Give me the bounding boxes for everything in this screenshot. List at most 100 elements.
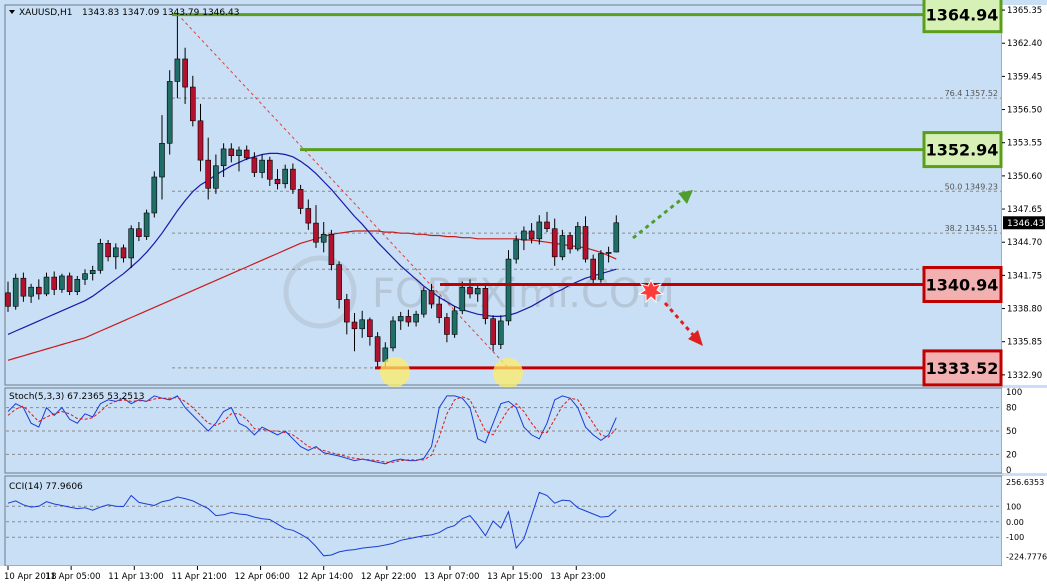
fibonacci-level-label: 76.4 1357.52: [945, 89, 998, 98]
time-axis-label: 12 Apr 14:00: [298, 572, 353, 582]
stochastic-axis-label: 50: [1006, 427, 1017, 437]
time-axis-label: 12 Apr 06:00: [235, 572, 290, 582]
candle-body: [474, 288, 481, 295]
candle-body: [428, 290, 435, 305]
candle-body: [444, 317, 450, 335]
level-label: 1364.94: [926, 6, 999, 25]
candle-body: [166, 81, 173, 144]
candle-body: [528, 230, 535, 240]
candle-body: [89, 270, 96, 274]
candle-body: [274, 178, 281, 185]
candle-body: [151, 176, 158, 214]
level-label: 1333.52: [926, 359, 999, 378]
candle-body: [551, 228, 558, 258]
candle-body: [282, 168, 289, 185]
candle-body: [490, 318, 496, 345]
candle-body: [397, 316, 404, 322]
symbol-timeframe: XAUUSD,H1: [19, 8, 73, 18]
price-axis-area: [1002, 5, 1047, 385]
candle-body: [536, 221, 543, 240]
candle-body: [205, 159, 211, 189]
candle-body: [120, 247, 127, 259]
price-axis-label: 1365.35: [1007, 6, 1042, 16]
candle-body: [197, 120, 204, 161]
time-axis-label: 13 Apr 07:00: [424, 572, 479, 582]
stochastic-axis-label: 20: [1006, 450, 1017, 460]
candle-body: [266, 159, 273, 180]
cci-label: CCI(14) 77.9606: [9, 482, 83, 492]
candle-body: [290, 168, 296, 190]
price-axis-label: 1356.50: [1007, 106, 1042, 116]
candle-body: [497, 320, 504, 345]
candle-body: [482, 288, 489, 319]
price-axis-label: 1338.80: [1007, 305, 1042, 315]
time-axis-label: 11 Apr 13:00: [108, 572, 163, 582]
candle-body: [505, 258, 512, 322]
candle-body: [59, 275, 65, 290]
candle-body: [105, 243, 111, 258]
candle-body: [182, 58, 188, 88]
candle-body: [359, 319, 366, 330]
candle-body: [343, 299, 350, 323]
price-axis-label: 1353.55: [1007, 139, 1042, 149]
candle-body: [82, 273, 88, 280]
cci-axis-label: -224.7776: [1006, 553, 1047, 562]
trading-chart: FOREXimf.COM 76.4 1357.5250.0 1349.2338.…: [0, 0, 1047, 588]
candle-body: [374, 336, 381, 362]
candle-body: [228, 148, 235, 156]
candle-body: [420, 290, 427, 315]
candle-body: [190, 86, 196, 122]
candle-body: [436, 303, 443, 318]
price-axis-label: 1359.45: [1007, 72, 1042, 82]
price-axis-label: 1347.65: [1007, 205, 1042, 215]
cci-axis-label: -100: [1006, 533, 1024, 542]
candle-body: [582, 226, 589, 260]
price-axis-label: 1335.85: [1007, 338, 1042, 348]
time-axis-label: 11 Apr 05:00: [45, 572, 100, 582]
candle-body: [390, 320, 396, 349]
candle-body: [451, 310, 458, 335]
candle-body: [567, 235, 573, 250]
candle-body: [74, 279, 81, 292]
candle-body: [5, 292, 11, 307]
candle-body: [313, 222, 319, 243]
candle-body: [143, 212, 150, 237]
candle-body: [43, 276, 50, 295]
candle-body: [174, 58, 181, 82]
candle-body: [351, 321, 358, 330]
time-axis-label: 11 Apr 21:00: [171, 572, 226, 582]
candle-body: [243, 149, 250, 159]
cci-axis-label: 0.00: [1006, 518, 1024, 527]
candle-body: [220, 148, 227, 167]
candle-body: [613, 222, 620, 253]
current-price-marker: 1346.43: [1003, 216, 1045, 230]
candle-body: [367, 319, 373, 337]
bottom-highlight: [380, 357, 410, 387]
fibonacci-level-label: 50.0 1349.23: [945, 182, 998, 191]
candle-body: [12, 277, 19, 307]
candle-body: [259, 159, 265, 173]
price-axis-label: 1344.70: [1007, 238, 1042, 248]
price-axis-label: 1362.40: [1007, 39, 1042, 49]
candle-body: [305, 208, 312, 224]
candle-body: [413, 313, 419, 323]
candle-body: [297, 189, 304, 209]
candle-body: [28, 286, 34, 297]
candle-body: [97, 243, 104, 271]
candle-body: [559, 235, 566, 258]
candle-body: [513, 239, 520, 260]
candle-body: [598, 253, 604, 280]
candle-body: [236, 149, 242, 156]
candle-body: [136, 228, 142, 237]
current-price-label: 1346.43: [1007, 219, 1044, 229]
price-axis-label: 1350.60: [1007, 172, 1042, 182]
candle-body: [590, 258, 597, 280]
cci-axis-label: 256.6353: [1006, 478, 1044, 487]
candle-body: [605, 252, 612, 254]
stochastic-axis-label: 80: [1006, 404, 1017, 414]
candle-body: [66, 275, 73, 292]
cci-panel: [4, 475, 1003, 567]
candle-body: [51, 276, 58, 290]
candle-body: [35, 286, 42, 295]
fibonacci-level-label: 38.2 1345.51: [945, 224, 998, 233]
